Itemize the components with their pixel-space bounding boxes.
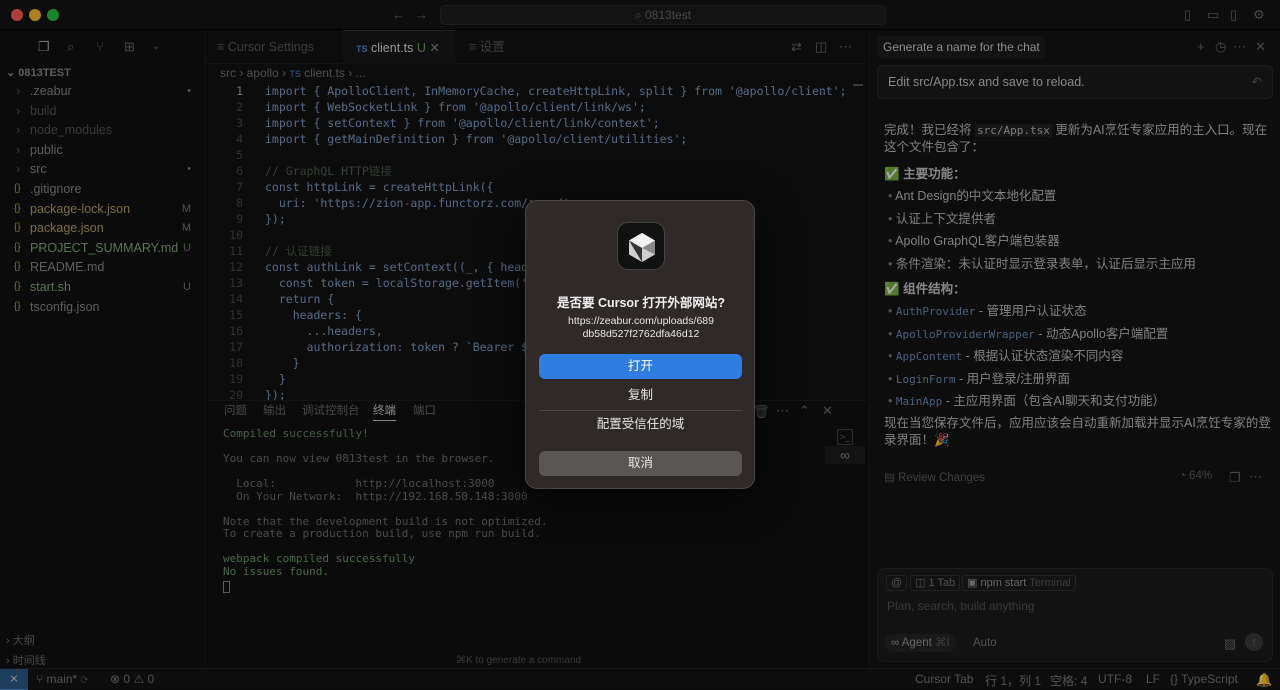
configure-trusted-domains-button[interactable]: 配置受信任的域 [539, 412, 742, 437]
cursor-logo-icon [629, 233, 655, 262]
dialog-divider [539, 410, 742, 411]
open-external-dialog: 是否要 Cursor 打开外部网站? https://zeabur.com/up… [525, 200, 755, 489]
dialog-title: 是否要 Cursor 打开外部网站? [556, 296, 726, 310]
dialog-url: https://zeabur.com/uploads/689db58d527f2… [568, 315, 714, 340]
cursor-app-icon [617, 222, 665, 270]
open-button[interactable]: 打开 [539, 354, 742, 379]
cancel-button[interactable]: 取消 [539, 451, 742, 476]
copy-button[interactable]: 复制 [539, 383, 742, 408]
